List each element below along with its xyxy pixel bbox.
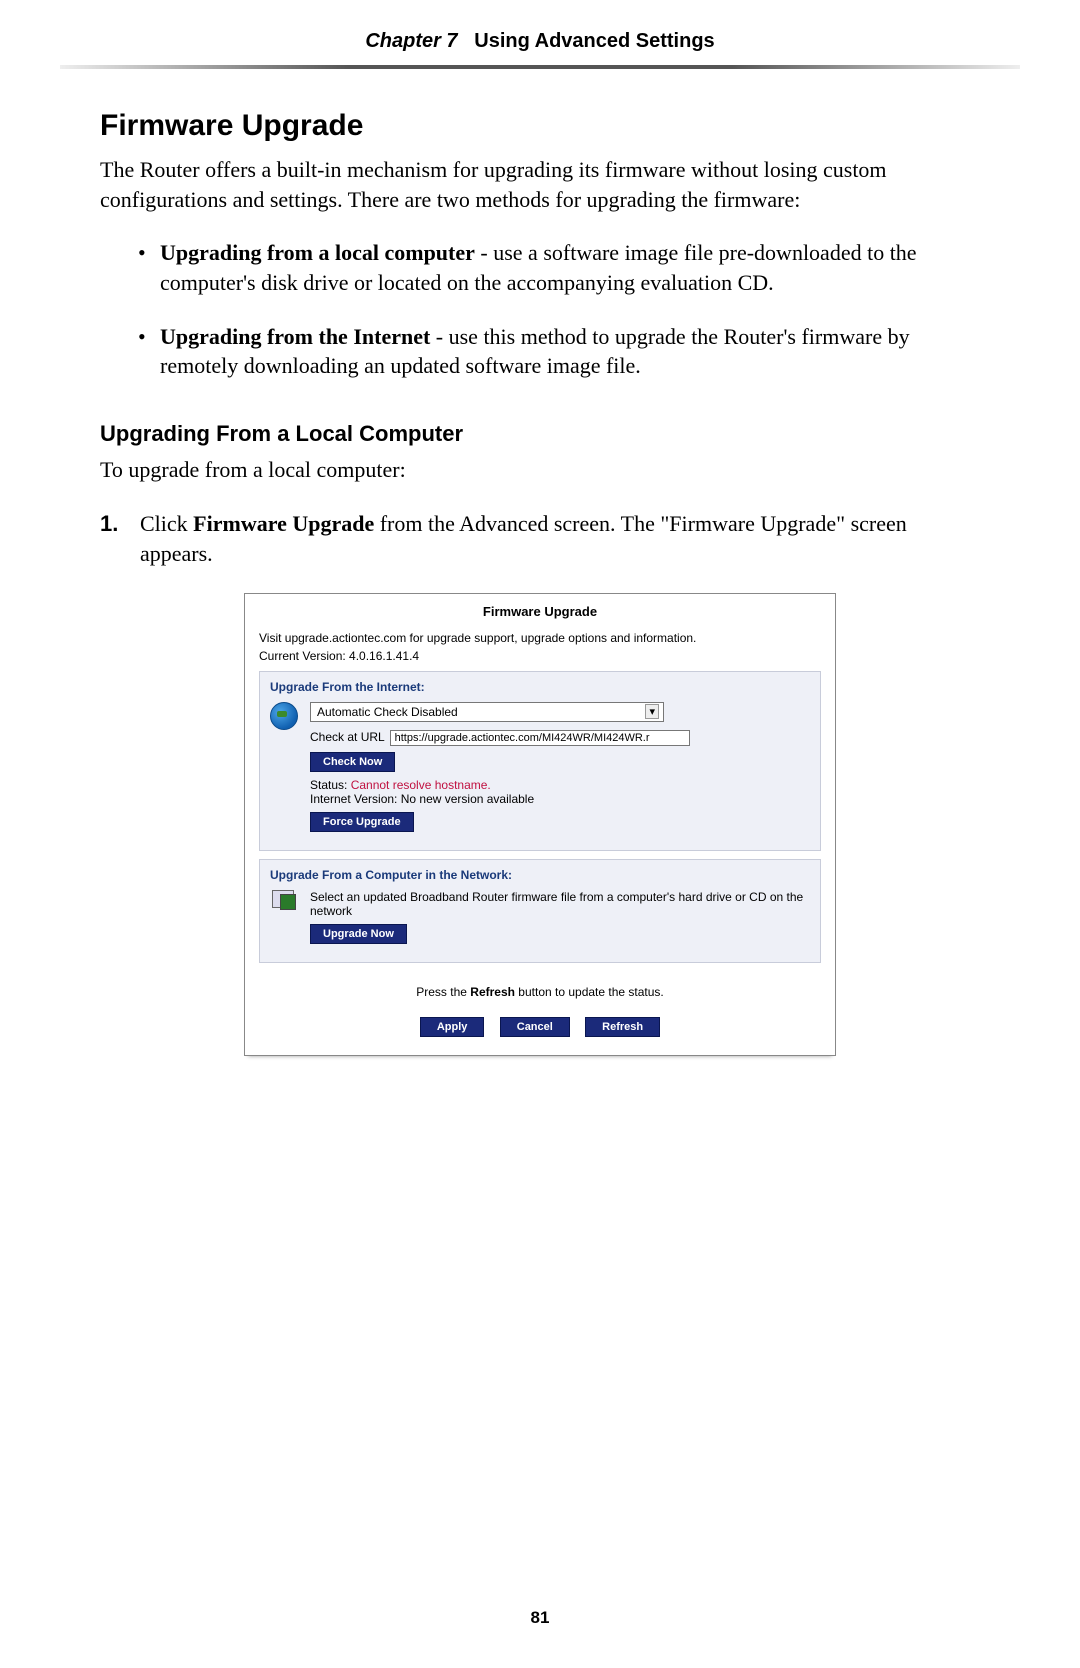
step-text: Click Firmware Upgrade from the Advanced… <box>140 509 980 568</box>
cancel-button[interactable]: Cancel <box>500 1017 570 1037</box>
auto-check-dropdown[interactable]: Automatic Check Disabled <box>310 702 664 722</box>
list-item: Upgrading from a local computer - use a … <box>160 238 980 297</box>
page-number: 81 <box>0 1608 1080 1628</box>
upgrade-from-internet-section: Upgrade From the Internet: Automatic Che… <box>259 671 821 851</box>
bullet-list: Upgrading from a local computer - use a … <box>100 238 980 381</box>
local-section-title: Upgrade From a Computer in the Network: <box>270 868 810 882</box>
globe-icon <box>270 702 298 730</box>
subsection-heading: Upgrading From a Local Computer <box>100 421 980 447</box>
bullet-label: Upgrading from a local computer <box>160 240 475 265</box>
page-content: Firmware Upgrade The Router offers a bui… <box>0 69 1080 1056</box>
subsection-intro: To upgrade from a local computer: <box>100 457 980 483</box>
footer-refresh-text: Press the Refresh button to update the s… <box>245 985 835 999</box>
firmware-upgrade-panel: Firmware Upgrade Visit upgrade.actiontec… <box>244 593 836 1056</box>
apply-button[interactable]: Apply <box>420 1017 485 1037</box>
chapter-label: Chapter 7 <box>365 30 457 52</box>
check-url-row: Check at URL https://upgrade.actiontec.c… <box>310 730 810 746</box>
internet-version-line: Internet Version: No new version availab… <box>310 792 810 806</box>
chapter-title: Using Advanced Settings <box>474 30 714 52</box>
step-number: 1. <box>100 509 140 568</box>
page-header: Chapter 7 Using Advanced Settings <box>0 0 1080 65</box>
check-now-button[interactable]: Check Now <box>310 752 395 772</box>
visit-line: Visit upgrade.actiontec.com for upgrade … <box>259 631 821 645</box>
force-upgrade-button[interactable]: Force Upgrade <box>310 812 414 832</box>
upgrade-now-button[interactable]: Upgrade Now <box>310 924 407 944</box>
step-1: 1. Click Firmware Upgrade from the Advan… <box>100 509 980 568</box>
bullet-label: Upgrading from the Internet <box>160 324 430 349</box>
status-value: Cannot resolve hostname. <box>351 778 491 792</box>
check-url-input[interactable]: https://upgrade.actiontec.com/MI424WR/MI… <box>390 730 690 746</box>
panel-title: Firmware Upgrade <box>245 594 835 627</box>
section-heading: Firmware Upgrade <box>100 109 980 143</box>
internet-section-title: Upgrade From the Internet: <box>270 680 810 694</box>
local-description: Select an updated Broadband Router firmw… <box>310 890 810 918</box>
section-intro: The Router offers a built-in mechanism f… <box>100 155 980 214</box>
computer-icon <box>270 890 298 914</box>
upgrade-from-computer-section: Upgrade From a Computer in the Network: … <box>259 859 821 963</box>
refresh-button[interactable]: Refresh <box>585 1017 660 1037</box>
status-line: Status: Cannot resolve hostname. <box>310 778 810 792</box>
panel-footer: Press the Refresh button to update the s… <box>245 979 835 1055</box>
list-item: Upgrading from the Internet - use this m… <box>160 322 980 381</box>
current-version: Current Version: 4.0.16.1.41.4 <box>259 649 821 663</box>
